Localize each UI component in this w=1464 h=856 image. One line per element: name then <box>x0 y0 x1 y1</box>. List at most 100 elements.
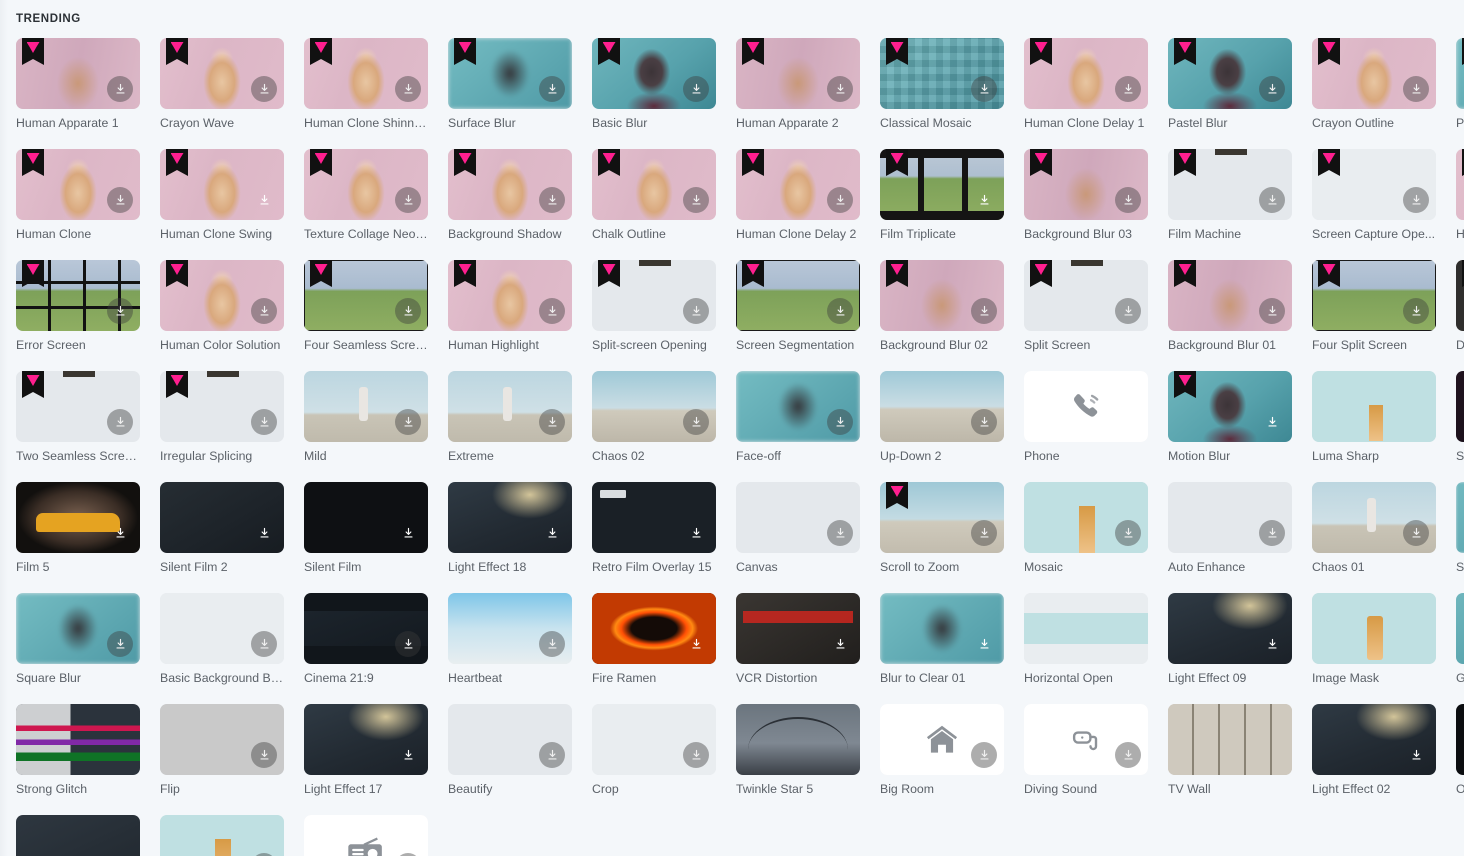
download-icon[interactable] <box>971 742 997 768</box>
effect-card[interactable]: Silent Film 2 <box>160 482 284 575</box>
effect-thumbnail[interactable] <box>160 149 284 220</box>
effect-thumbnail[interactable] <box>160 704 284 775</box>
effect-card[interactable]: Four Seamless Screens <box>304 260 428 353</box>
effect-card[interactable]: Split-screen Opening <box>592 260 716 353</box>
effect-card[interactable]: Retro Film Overlay 15 <box>592 482 716 575</box>
effect-thumbnail[interactable] <box>1168 260 1292 331</box>
download-icon[interactable] <box>1403 742 1429 768</box>
effect-card[interactable]: Basic Blur <box>592 38 716 131</box>
download-icon[interactable] <box>1259 76 1285 102</box>
effect-card[interactable]: Scroll to Zoom <box>880 482 1004 575</box>
effect-thumbnail[interactable] <box>1024 704 1148 775</box>
effect-thumbnail[interactable] <box>1312 593 1436 664</box>
download-icon[interactable] <box>971 298 997 324</box>
effect-card[interactable]: Background Shadow <box>448 149 572 242</box>
download-icon[interactable] <box>971 520 997 546</box>
effect-thumbnail[interactable] <box>736 371 860 442</box>
effect-thumbnail[interactable] <box>304 482 428 553</box>
effect-card[interactable]: Human Clone <box>16 149 140 242</box>
effect-card[interactable]: Heartbeat <box>448 593 572 686</box>
download-icon[interactable] <box>683 631 709 657</box>
effect-card[interactable]: Fire Ramen <box>592 593 716 686</box>
effect-card[interactable]: Human Color Enhance <box>1456 149 1464 242</box>
effect-card[interactable]: Luma Sharp <box>1312 371 1436 464</box>
effect-card[interactable]: Crayon Outline <box>1312 38 1436 131</box>
effect-card[interactable]: Chaos 02 <box>592 371 716 464</box>
effect-thumbnail[interactable] <box>160 593 284 664</box>
effect-card[interactable]: Canvas <box>736 482 860 575</box>
effect-card[interactable]: Crop <box>592 704 716 797</box>
effect-card[interactable]: Cinema 21:9 <box>304 593 428 686</box>
effect-thumbnail[interactable] <box>1456 149 1464 220</box>
effect-card[interactable]: Horizontal Open <box>1024 593 1148 686</box>
effect-thumbnail[interactable] <box>304 593 428 664</box>
effect-card[interactable]: Dynamic Block <box>1456 260 1464 353</box>
download-icon[interactable] <box>539 520 565 546</box>
download-icon[interactable] <box>683 520 709 546</box>
effect-thumbnail[interactable] <box>592 260 716 331</box>
effect-card[interactable]: Light Effect 17 <box>304 704 428 797</box>
effect-thumbnail[interactable] <box>736 704 860 775</box>
effect-thumbnail[interactable] <box>1024 593 1148 664</box>
effect-thumbnail[interactable] <box>160 815 284 856</box>
effect-thumbnail[interactable] <box>160 482 284 553</box>
download-icon[interactable] <box>539 187 565 213</box>
download-icon[interactable] <box>251 409 277 435</box>
effect-thumbnail[interactable] <box>880 371 1004 442</box>
effect-card[interactable]: Error Screen <box>16 260 140 353</box>
effect-thumbnail[interactable] <box>736 482 860 553</box>
effect-card[interactable]: Old Radio <box>304 815 428 856</box>
effect-card[interactable]: Film Machine <box>1168 149 1292 242</box>
download-icon[interactable] <box>1259 631 1285 657</box>
download-icon[interactable] <box>1115 742 1141 768</box>
effect-card[interactable]: Star Shape Overlay 07 <box>1456 371 1464 464</box>
download-icon[interactable] <box>827 187 853 213</box>
effect-card[interactable]: Split Screen <box>1024 260 1148 353</box>
effect-card[interactable]: Background Blur 03 <box>1024 149 1148 242</box>
effect-thumbnail[interactable] <box>16 704 140 775</box>
download-icon[interactable] <box>971 409 997 435</box>
effect-thumbnail[interactable] <box>592 482 716 553</box>
effect-card[interactable]: Chalk Outline <box>592 149 716 242</box>
effect-card[interactable]: Beauty Skin <box>160 815 284 856</box>
effect-thumbnail[interactable] <box>160 371 284 442</box>
download-icon[interactable] <box>1259 187 1285 213</box>
effect-card[interactable]: TV Wall <box>1168 704 1292 797</box>
effect-card[interactable]: Phone <box>1024 371 1148 464</box>
effect-thumbnail[interactable] <box>736 149 860 220</box>
download-icon[interactable] <box>251 298 277 324</box>
download-icon[interactable] <box>395 76 421 102</box>
download-icon[interactable] <box>971 631 997 657</box>
effect-thumbnail[interactable] <box>448 593 572 664</box>
effect-card[interactable]: Silent Film <box>304 482 428 575</box>
download-icon[interactable] <box>1115 298 1141 324</box>
effect-thumbnail[interactable] <box>1312 38 1436 109</box>
download-icon[interactable] <box>251 76 277 102</box>
effect-card[interactable]: Human Color Solution <box>160 260 284 353</box>
effect-card[interactable]: Two Seamless Screens <box>16 371 140 464</box>
download-icon[interactable] <box>107 76 133 102</box>
download-icon[interactable] <box>1115 187 1141 213</box>
effect-thumbnail[interactable] <box>304 149 428 220</box>
download-icon[interactable] <box>107 298 133 324</box>
download-icon[interactable] <box>395 187 421 213</box>
download-icon[interactable] <box>539 742 565 768</box>
effect-thumbnail[interactable] <box>1456 482 1464 553</box>
effect-card[interactable]: Slant Blur <box>1456 482 1464 575</box>
effect-card[interactable]: Human Highlight <box>448 260 572 353</box>
effect-card[interactable]: Human Clone Delay 2 <box>736 149 860 242</box>
effect-card[interactable]: Beautify <box>448 704 572 797</box>
effect-thumbnail[interactable] <box>304 815 428 856</box>
download-icon[interactable] <box>107 409 133 435</box>
effect-thumbnail[interactable] <box>448 371 572 442</box>
effect-card[interactable]: VCR Distortion <box>736 593 860 686</box>
download-icon[interactable] <box>827 76 853 102</box>
effect-thumbnail[interactable] <box>592 149 716 220</box>
effect-card[interactable]: Image Mask <box>1312 593 1436 686</box>
effect-thumbnail[interactable] <box>592 38 716 109</box>
effect-thumbnail[interactable] <box>880 149 1004 220</box>
download-icon[interactable] <box>1259 520 1285 546</box>
effect-thumbnail[interactable] <box>1312 260 1436 331</box>
effect-card[interactable]: Chaos 01 <box>1312 482 1436 575</box>
effect-thumbnail[interactable] <box>1456 38 1464 109</box>
